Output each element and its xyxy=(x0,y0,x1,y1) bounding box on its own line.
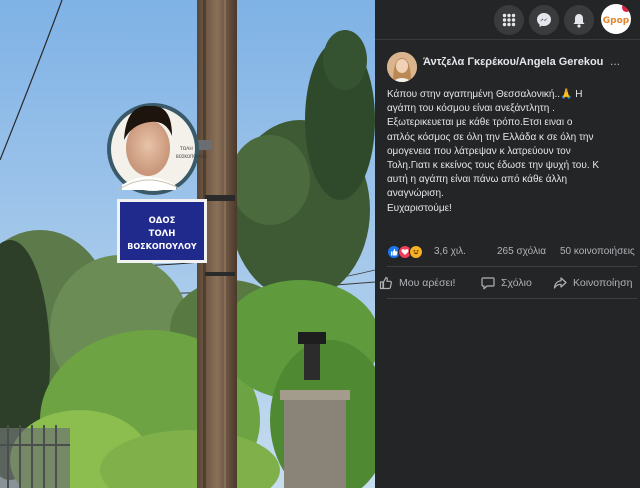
post-line: Κάπου στην αγαπημένη Θεσσαλονική..🙏 Η xyxy=(387,89,583,100)
share-label: Κοινοποίηση xyxy=(573,277,633,289)
logo-text: Gpop xyxy=(603,16,630,26)
profile-logo[interactable]: Gpop xyxy=(601,4,631,34)
author-name[interactable]: Άντζελα Γκερέκου/Angela Gerekou xyxy=(423,56,603,68)
like-label: Μου αρέσει! xyxy=(399,277,456,289)
sign-line3: ΒΟΣΚΟΠΟΥΛΟΥ xyxy=(127,242,197,251)
like-button[interactable]: Μου αρέσει! xyxy=(379,272,455,294)
divider xyxy=(387,266,637,267)
more-options-button[interactable]: ... xyxy=(610,54,620,68)
post-stats: 3,6 χιλ. 265 σχόλια 50 κοινοποιήσεις xyxy=(387,244,635,260)
haha-reaction-icon xyxy=(409,245,423,259)
post-text: Κάπου στην αγαπημένη Θεσσαλονική..🙏 Η αγ… xyxy=(387,88,637,216)
post-line: Ευχαριστούμε! xyxy=(387,202,452,214)
comment-icon xyxy=(481,277,495,290)
post-photo[interactable]: ΤΟΛΗ ΒΟΣΚΟΠΟΥΛΟΣ ΟΔΟΣ ΤΟΛΗ ΒΟΣΚΟΠΟΥΛΟΥ xyxy=(0,0,375,488)
reaction-icons[interactable] xyxy=(387,245,429,259)
post-line: απλός κόσμος σε όλη την Ελλάδα κ σε όλη … xyxy=(387,131,594,143)
comment-count[interactable]: 265 σχόλια xyxy=(497,246,546,257)
grid-icon xyxy=(502,13,516,27)
post-header: Άντζελα Γκερέκου/Angela Gerekou ... xyxy=(387,52,637,82)
top-bar: Gpop xyxy=(375,0,640,40)
post-line: Εξωτερικευεται με κάθε τρόπο.Ετσι ειναι … xyxy=(387,117,573,129)
post-line: αυτή η αγάπη είναι πάνω από κάθε άλλη xyxy=(387,174,568,186)
comment-button[interactable]: Σχόλιο xyxy=(481,272,532,294)
share-arrow-icon xyxy=(553,277,567,289)
messenger-icon xyxy=(537,13,551,27)
notification-dot xyxy=(622,4,631,12)
comment-label: Σχόλιο xyxy=(501,277,532,289)
post-line: Τολη.Γιατι κ εκείνος τους έδωσε την ψυχή… xyxy=(387,160,600,172)
svg-text:ΤΟΛΗ: ΤΟΛΗ xyxy=(179,146,193,152)
post-line: αναγνώριση. xyxy=(387,188,444,200)
svg-text:ΒΟΣΚΟΠΟΥΛΟΣ: ΒΟΣΚΟΠΟΥΛΟΣ xyxy=(176,154,208,159)
street-sign-photo: ΤΟΛΗ ΒΟΣΚΟΠΟΥΛΟΣ ΟΔΟΣ ΤΟΛΗ ΒΟΣΚΟΠΟΥΛΟΥ xyxy=(0,0,375,488)
thumbs-up-icon xyxy=(379,276,392,290)
menu-grid-button[interactable] xyxy=(494,5,524,35)
bell-icon xyxy=(573,13,585,28)
avatar-image xyxy=(387,52,417,82)
post-line: ομογενεια που λάτρεψαν κ λατρεύουν τον xyxy=(387,145,571,157)
notifications-button[interactable] xyxy=(564,5,594,35)
divider xyxy=(387,298,637,299)
share-count[interactable]: 50 κοινοποιήσεις xyxy=(560,246,635,257)
post-actions: Μου αρέσει! Σχόλιο Κοινοποίηση xyxy=(375,272,640,294)
avatar[interactable] xyxy=(387,52,417,82)
reaction-count[interactable]: 3,6 χιλ. xyxy=(434,246,466,257)
messenger-button[interactable] xyxy=(529,5,559,35)
post-panel: Gpop Άντζελα Γκερέκου/Angela Gerekou ...… xyxy=(375,0,640,488)
sign-line2: ΤΟΛΗ xyxy=(149,229,176,239)
sign-line1: ΟΔΟΣ xyxy=(149,216,176,226)
post-line: αγάπη του κόσμου είναι ανεξάντλητη . xyxy=(387,103,555,115)
share-button[interactable]: Κοινοποίηση xyxy=(553,272,632,294)
